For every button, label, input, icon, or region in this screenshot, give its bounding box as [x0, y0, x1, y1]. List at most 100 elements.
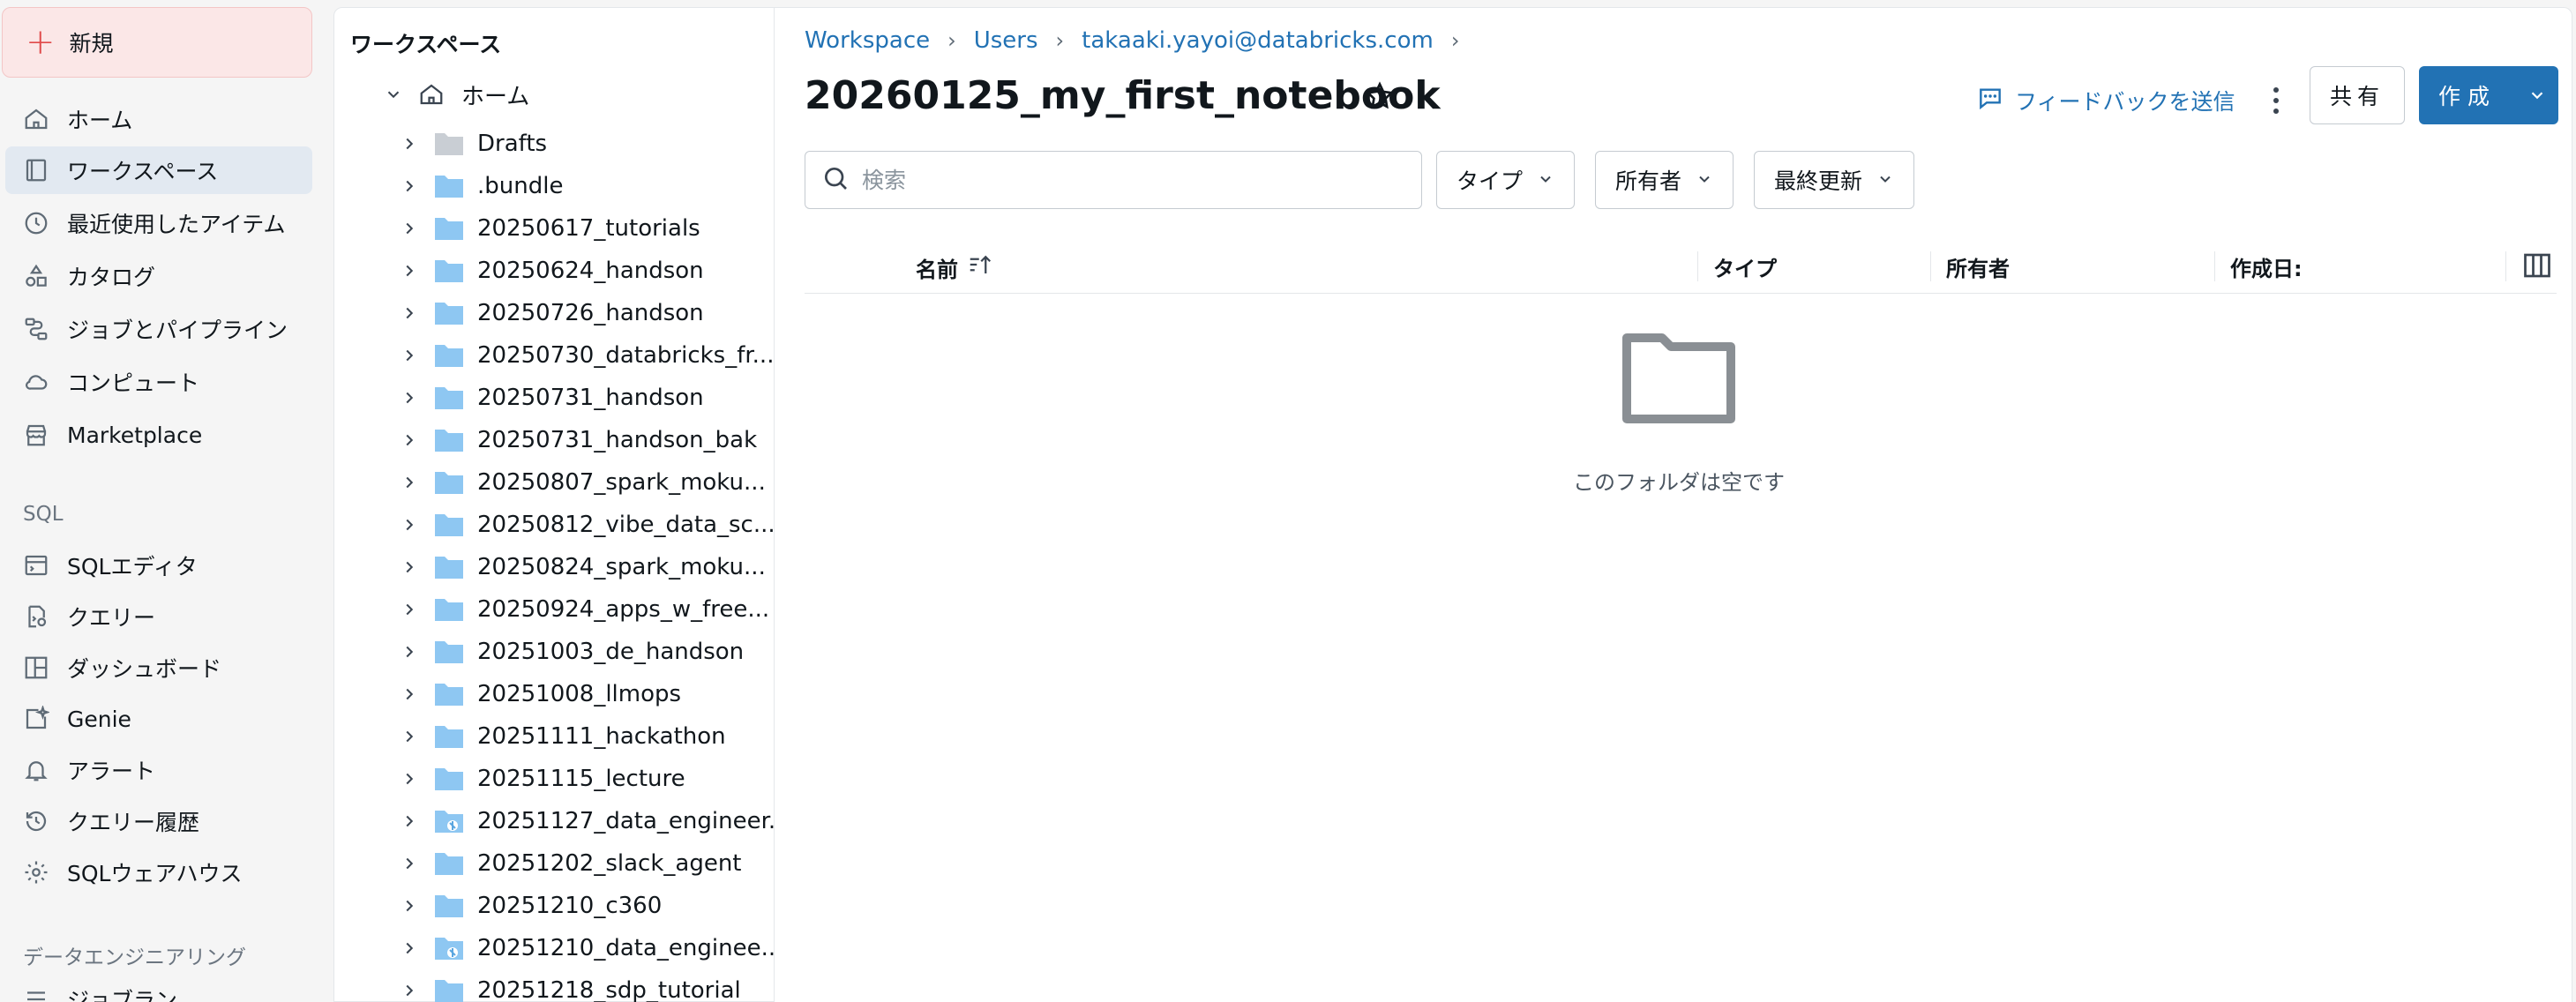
breadcrumb-users[interactable]: Users	[974, 27, 1038, 54]
git-folder-icon	[433, 808, 465, 834]
nav-item-jobs[interactable]: ジョブとパイプライン	[5, 305, 312, 353]
tree-item-folder[interactable]: 20251127_data_engineer...	[334, 800, 790, 842]
chevron-down-icon[interactable]	[380, 81, 407, 108]
nav-item-marketplace[interactable]: Marketplace	[5, 411, 312, 459]
chevron-right-icon: ›	[1055, 28, 1065, 53]
column-header-name[interactable]: 名前	[916, 251, 993, 283]
chevron-right-icon[interactable]	[396, 342, 423, 369]
tree-item-folder[interactable]: 20250807_spark_moku...	[334, 461, 775, 504]
chevron-right-icon[interactable]	[396, 385, 423, 411]
tree-item-folder[interactable]: 20251218_sdp_tutorial	[334, 969, 775, 1002]
column-divider[interactable]	[1930, 251, 1931, 281]
tree-item-folder[interactable]: 20251210_c360	[334, 885, 775, 927]
filter-label: タイプ	[1456, 168, 1524, 194]
nav-item-queries[interactable]: クエリー	[5, 593, 312, 640]
chevron-right-icon[interactable]	[396, 215, 423, 242]
sql-editor-icon	[21, 550, 51, 580]
folder-icon	[433, 385, 465, 411]
column-header-created[interactable]: 作成日:	[2230, 251, 2303, 282]
nav-item-catalog[interactable]: カタログ	[5, 252, 312, 300]
nav-item-sql-warehouses[interactable]: SQLウェアハウス	[5, 849, 312, 896]
tree-title: ワークスペース	[350, 32, 502, 57]
chevron-right-icon[interactable]	[396, 131, 423, 157]
share-button[interactable]: 共有	[2310, 66, 2405, 124]
tree-item-folder[interactable]: 20251202_slack_agent	[334, 842, 775, 885]
folder-icon	[433, 893, 465, 919]
chevron-right-icon[interactable]	[396, 766, 423, 792]
chevron-right-icon[interactable]	[396, 596, 423, 623]
new-button[interactable]: + 新規	[2, 7, 312, 78]
tree-item-folder[interactable]: 20251003_de_handson	[334, 631, 775, 673]
warehouse-icon	[21, 857, 51, 887]
nav-item-workspace[interactable]: ワークスペース	[5, 146, 312, 194]
feedback-label: フィードバックを送信	[2015, 89, 2235, 115]
chevron-right-icon[interactable]	[396, 512, 423, 538]
nav-item-query-history[interactable]: クエリー履歴	[5, 797, 312, 845]
chevron-right-icon[interactable]	[396, 258, 423, 284]
main-content: Workspace › Users › takaaki.yayoi@databr…	[775, 7, 2572, 1002]
column-header-type[interactable]: タイプ	[1713, 251, 1777, 282]
nav-item-recents[interactable]: 最近使用したアイテム	[5, 199, 312, 247]
filter-owner[interactable]: 所有者	[1595, 151, 1734, 209]
tree-item-folder[interactable]: 20250624_handson	[334, 250, 775, 292]
breadcrumb-workspace[interactable]: Workspace	[805, 27, 930, 54]
send-feedback-link[interactable]: フィードバックを送信	[1976, 84, 2235, 117]
tree-item-folder[interactable]: .bundle	[334, 165, 775, 207]
tree-item-folder[interactable]: 20251210_data_enginee...	[334, 927, 783, 969]
search-input[interactable]	[862, 167, 1391, 193]
clock-icon	[21, 208, 51, 238]
tree-item-folder[interactable]: 20250726_handson	[334, 292, 775, 334]
tree-item-folder[interactable]: 20250731_handson_bak	[334, 419, 775, 461]
folder-icon	[433, 258, 465, 284]
search-field[interactable]	[805, 151, 1422, 209]
chevron-right-icon[interactable]	[396, 554, 423, 580]
column-divider[interactable]	[2505, 251, 2506, 281]
tree-item-folder[interactable]: 20250731_handson	[334, 377, 775, 419]
nav-item-compute[interactable]: コンピュート	[5, 358, 312, 406]
nav-item-alerts[interactable]: アラート	[5, 746, 312, 794]
chevron-right-icon[interactable]	[396, 808, 423, 834]
tree-item-folder[interactable]: 20250617_tutorials	[334, 207, 775, 250]
chevron-right-icon[interactable]	[396, 893, 423, 919]
tree-item-folder[interactable]: Drafts	[334, 123, 775, 165]
tree-item-home[interactable]: ホーム	[334, 73, 775, 116]
chevron-right-icon[interactable]	[396, 300, 423, 326]
nav-item-sql-editor[interactable]: SQLエディタ	[5, 542, 312, 589]
filter-type[interactable]: タイプ	[1436, 151, 1576, 209]
chevron-right-icon[interactable]	[396, 469, 423, 496]
column-divider[interactable]	[2214, 251, 2215, 281]
chevron-right-icon[interactable]	[396, 977, 423, 1002]
chevron-right-icon[interactable]	[396, 723, 423, 750]
column-divider[interactable]	[1697, 251, 1698, 281]
chevron-right-icon[interactable]	[396, 639, 423, 665]
tree-item-folder[interactable]: 20251115_lecture	[334, 758, 775, 800]
tree-item-folder[interactable]: 20250812_vibe_data_sc...	[334, 504, 775, 546]
create-button[interactable]: 作成	[2419, 66, 2558, 124]
star-icon[interactable]	[1364, 80, 1399, 116]
chevron-right-icon[interactable]	[396, 935, 423, 961]
column-selector-icon[interactable]	[2521, 250, 2557, 285]
chevron-down-icon[interactable]	[2516, 86, 2558, 105]
nav-item-job-runs[interactable]: ジョブラン	[5, 976, 312, 1002]
tree-item-folder[interactable]: 20251111_hackathon	[334, 715, 775, 758]
folder-icon	[433, 596, 465, 623]
tree-item-folder[interactable]: 20250824_spark_moku...	[334, 546, 775, 588]
nav-label: SQLウェアハウス	[67, 861, 243, 886]
more-options-icon[interactable]	[2258, 79, 2294, 123]
column-header-owner[interactable]: 所有者	[1946, 251, 2010, 282]
nav-item-dashboards[interactable]: ダッシュボード	[5, 644, 312, 692]
nav-item-genie[interactable]: Genie	[5, 695, 312, 743]
chevron-right-icon[interactable]	[396, 681, 423, 707]
nav-item-home[interactable]: ホーム	[5, 95, 312, 143]
chevron-right-icon[interactable]	[396, 427, 423, 453]
nav-label: Genie	[67, 706, 131, 732]
filter-last-modified[interactable]: 最終更新	[1754, 151, 1915, 209]
chevron-right-icon[interactable]	[396, 173, 423, 199]
tree-item-folder[interactable]: 20250924_apps_w_free...	[334, 588, 775, 631]
tree-item-folder[interactable]: 20251008_llmops	[334, 673, 775, 715]
sort-ascending-icon[interactable]	[967, 251, 993, 283]
chevron-right-icon[interactable]	[396, 850, 423, 877]
breadcrumb-user[interactable]: takaaki.yayoi@databricks.com	[1082, 27, 1434, 54]
home-icon	[21, 104, 51, 134]
tree-item-folder[interactable]: 20250730_databricks_fr...	[334, 334, 775, 377]
